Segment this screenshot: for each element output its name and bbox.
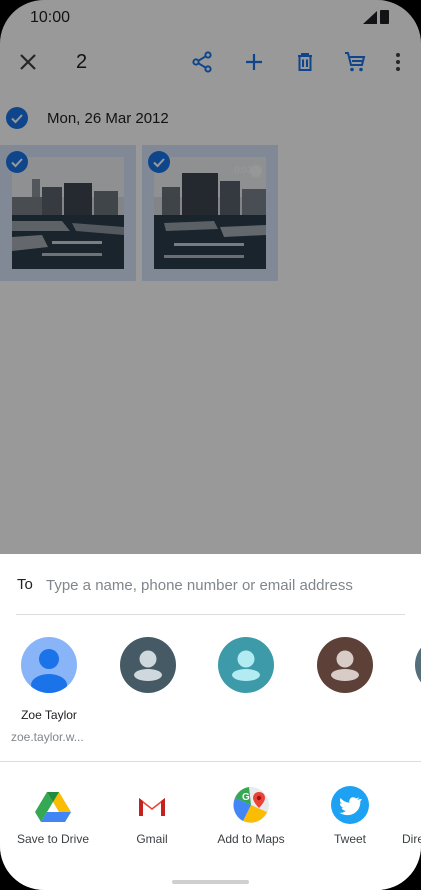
contact-name: Zoe Taylor: [21, 708, 77, 722]
contact-avatar[interactable]: [120, 637, 176, 693]
share-target-maps[interactable]: G Add to Maps: [206, 786, 296, 856]
gesture-nav-handle[interactable]: [172, 880, 249, 884]
recipient-input[interactable]: [46, 574, 406, 596]
gmail-icon: [133, 786, 171, 824]
contact-avatar[interactable]: [218, 637, 274, 693]
share-target-label: Save to Drive: [16, 832, 90, 846]
contact-email: zoe.taylor.w...: [11, 730, 84, 744]
divider: [0, 761, 421, 762]
share-target-label: Tweet: [333, 832, 366, 846]
contact-avatar[interactable]: [415, 637, 421, 693]
maps-icon: G: [232, 786, 270, 824]
share-target-label: Gmail: [136, 832, 168, 846]
drive-icon: [34, 786, 72, 824]
contact-avatar[interactable]: [21, 637, 77, 693]
phone-screen: 10:00 2 Mon, 26 Mar 2012 0:03 To Type a …: [0, 0, 421, 890]
divider: [16, 614, 405, 615]
share-target-label: Dire: [402, 832, 421, 846]
share-target-gmail[interactable]: Gmail: [107, 786, 197, 856]
share-target-label: Add to Maps: [217, 832, 285, 846]
twitter-icon: [331, 786, 369, 824]
contact-avatar[interactable]: [317, 637, 373, 693]
share-target-drive[interactable]: Save to Drive: [8, 786, 98, 856]
to-label: To: [17, 576, 33, 593]
share-target-direct[interactable]: Dire: [399, 786, 421, 856]
share-sheet: To Zoe Taylor zoe.taylor.w...: [0, 554, 421, 890]
share-target-twitter[interactable]: Tweet: [305, 786, 395, 856]
svg-text:G: G: [242, 792, 250, 803]
